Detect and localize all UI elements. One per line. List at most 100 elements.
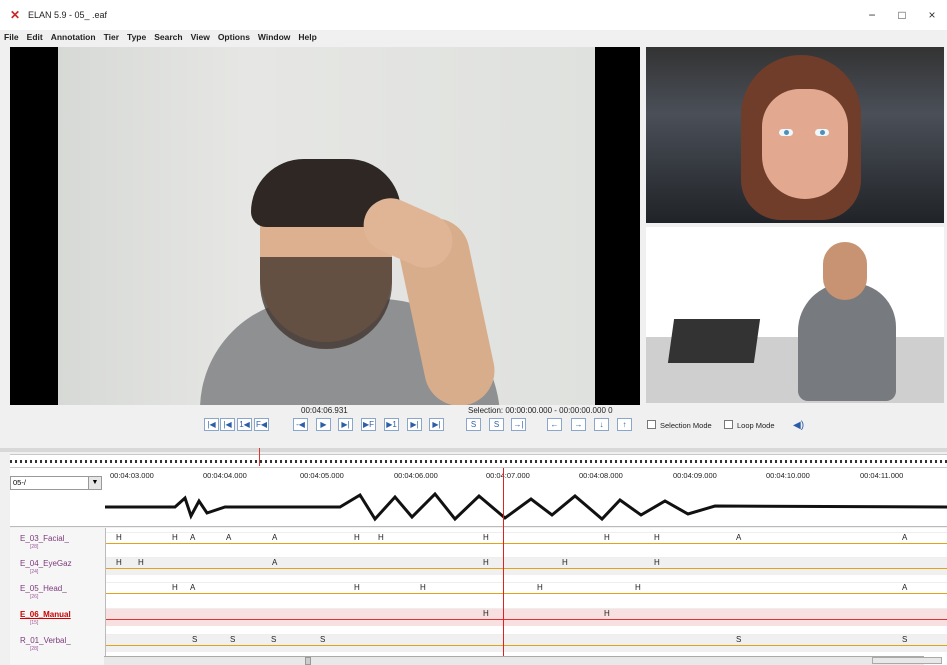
tier-name[interactable]: E_03_Facial_ — [20, 534, 69, 543]
go-start-button[interactable]: |◀ — [204, 418, 219, 431]
overview-cursor — [259, 448, 260, 466]
annotation[interactable]: H — [562, 558, 568, 567]
previous-scroll-button[interactable]: |◀ — [220, 418, 235, 431]
next-annotation-button[interactable]: → — [571, 418, 586, 431]
menu-file[interactable]: File — [4, 32, 19, 42]
annotation[interactable]: A — [736, 533, 741, 542]
selection-readout: Selection: 00:00:00.000 - 00:00:00.000 0 — [468, 406, 613, 415]
annotation[interactable]: H — [378, 533, 384, 542]
annotation[interactable]: H — [654, 533, 660, 542]
media-controls: 00:04:06.931 Selection: 00:00:00.000 - 0… — [0, 405, 947, 451]
tick-label: 00:04:04.000 — [203, 471, 247, 480]
annotation[interactable]: H — [116, 558, 122, 567]
tier-row[interactable]: SSSSSS — [106, 634, 947, 652]
menu-window[interactable]: Window — [258, 32, 291, 42]
menu-view[interactable]: View — [191, 32, 210, 42]
seated-person-head — [823, 242, 867, 300]
annotation[interactable]: H — [116, 533, 122, 542]
panel-divider[interactable] — [0, 448, 947, 452]
menu-tier[interactable]: Tier — [104, 32, 119, 42]
menu-type[interactable]: Type — [127, 32, 146, 42]
go-end-button[interactable]: ▶| — [429, 418, 444, 431]
room-video-player[interactable] — [646, 227, 944, 403]
tier-row[interactable]: HAHHHHA — [106, 582, 947, 600]
menu-help[interactable]: Help — [298, 32, 316, 42]
next-frame-button[interactable]: ▶F — [361, 418, 376, 431]
annotation[interactable]: H — [537, 583, 543, 592]
loop-mode-checkbox[interactable] — [724, 420, 733, 429]
annotation[interactable]: A — [272, 533, 277, 542]
next-second-button[interactable]: ▶1 — [384, 418, 399, 431]
tier-row[interactable]: HHAHHH — [106, 557, 947, 575]
annotation[interactable]: H — [354, 533, 360, 542]
annotation[interactable]: H — [483, 533, 489, 542]
chevron-down-icon[interactable]: ▼ — [88, 477, 101, 489]
annotation[interactable]: S — [736, 635, 741, 644]
timeline-scrollbar[interactable] — [104, 656, 924, 665]
annotation[interactable]: H — [604, 609, 610, 618]
scroll-thumb[interactable] — [305, 657, 311, 665]
previous-second-button[interactable]: 1◀ — [237, 418, 252, 431]
tier-row[interactable]: HHAAAHHHHHAA — [106, 532, 947, 550]
minimize-button[interactable]: − — [857, 0, 887, 30]
menu-annotation[interactable]: Annotation — [51, 32, 96, 42]
selected-tier-row[interactable]: HH — [106, 608, 947, 626]
close-button[interactable]: × — [917, 0, 947, 30]
annotation[interactable]: S — [271, 635, 276, 644]
clear-selection-button[interactable]: S — [489, 418, 504, 431]
tick-label: 00:04:11.000 — [860, 471, 904, 480]
timeline-overview[interactable] — [10, 454, 947, 468]
menu-options[interactable]: Options — [218, 32, 250, 42]
annotation[interactable]: S — [230, 635, 235, 644]
step-back-button[interactable]: -◀ — [293, 418, 308, 431]
annotation[interactable]: A — [190, 533, 195, 542]
next-scroll-button[interactable]: ▶| — [407, 418, 422, 431]
annotation[interactable]: H — [483, 609, 489, 618]
waveform-panel[interactable]: 05-/ ▼ 00:04:03.000 00:04:04.000 00:04:0… — [10, 468, 947, 527]
annotation[interactable]: H — [635, 583, 641, 592]
annotation[interactable]: H — [172, 533, 178, 542]
selected-tier-name[interactable]: E_06_Manual — [20, 610, 71, 619]
annotation[interactable]: H — [654, 558, 660, 567]
upper-tier-button[interactable]: ↑ — [617, 418, 632, 431]
tick-label: 00:04:09.000 — [673, 471, 717, 480]
waveform-selector[interactable]: 05-/ ▼ — [10, 476, 102, 490]
annotation[interactable]: H — [138, 558, 144, 567]
annotation[interactable]: S — [192, 635, 197, 644]
annotation[interactable]: A — [226, 533, 231, 542]
annotation[interactable]: A — [902, 533, 907, 542]
annotation[interactable]: A — [272, 558, 277, 567]
play-button[interactable]: ▶ — [316, 418, 331, 431]
zoom-slider[interactable] — [872, 657, 942, 664]
speaker-icon[interactable]: ◀) — [793, 420, 804, 431]
annotation[interactable]: H — [483, 558, 489, 567]
tier-name[interactable]: R_01_Verbal_ — [20, 636, 71, 645]
step-forward-button[interactable]: ▶| — [338, 418, 353, 431]
previous-annotation-button[interactable]: ← — [547, 418, 562, 431]
annotation[interactable]: S — [320, 635, 325, 644]
annotation[interactable]: S — [902, 635, 907, 644]
annotation[interactable]: H — [420, 583, 426, 592]
avatar-face — [762, 89, 848, 199]
maximize-button[interactable]: □ — [887, 0, 917, 30]
tick-label: 00:04:06.000 — [394, 471, 438, 480]
tier-name[interactable]: E_05_Head_ — [20, 584, 67, 593]
annotation[interactable]: H — [172, 583, 178, 592]
menu-edit[interactable]: Edit — [27, 32, 43, 42]
menu-search[interactable]: Search — [154, 32, 182, 42]
annotation[interactable]: A — [902, 583, 907, 592]
avatar-video-player[interactable] — [646, 47, 944, 223]
playhead[interactable] — [503, 468, 504, 665]
main-video-player[interactable] — [10, 47, 640, 405]
annotation[interactable]: A — [190, 583, 195, 592]
lower-tier-button[interactable]: ↓ — [594, 418, 609, 431]
play-selection-button[interactable]: S — [466, 418, 481, 431]
annotation[interactable]: H — [354, 583, 360, 592]
selection-boundary-button[interactable]: →| — [511, 418, 526, 431]
annotation[interactable]: H — [604, 533, 610, 542]
tier-panel[interactable]: E_03_Facial_ [28] E_04_EyeGaz [24] E_05_… — [10, 528, 947, 665]
selection-mode-checkbox[interactable] — [647, 420, 656, 429]
tier-name[interactable]: E_04_EyeGaz — [20, 559, 72, 568]
previous-frame-button[interactable]: F◀ — [254, 418, 269, 431]
current-time: 00:04:06.931 — [301, 406, 348, 415]
